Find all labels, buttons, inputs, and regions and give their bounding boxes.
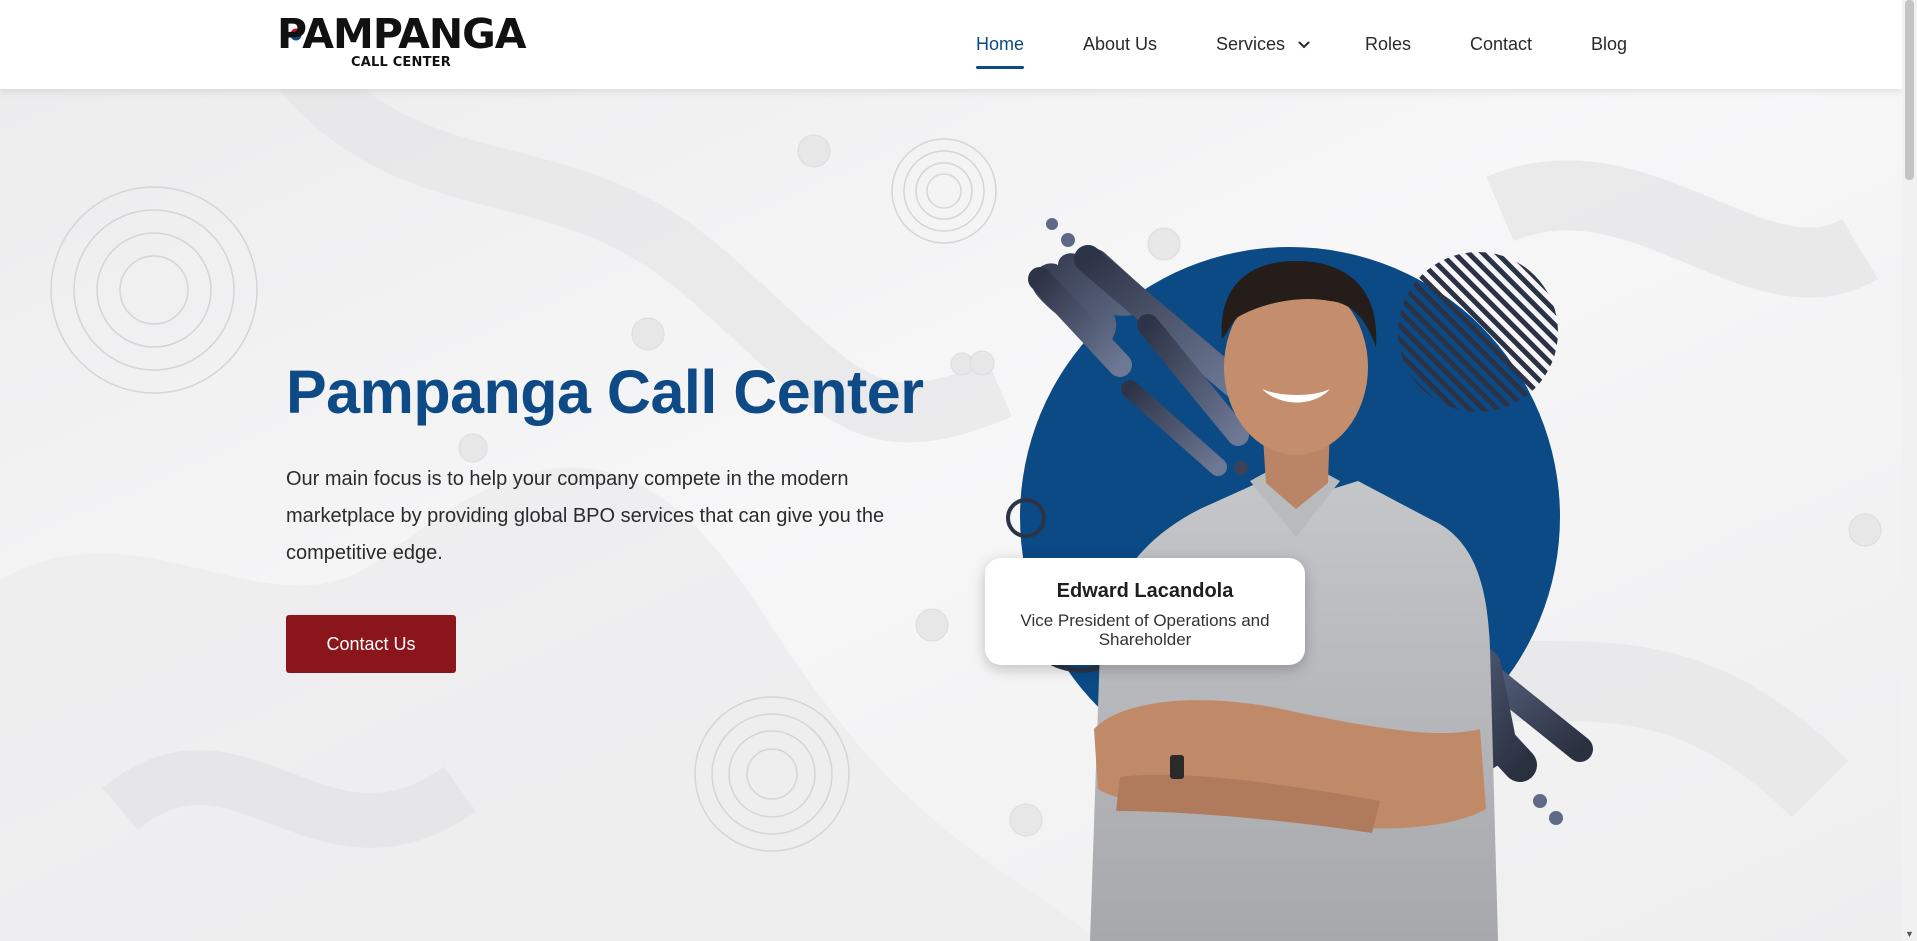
logo-wordmark: PAMPANGA (277, 10, 527, 58)
nav-item-about-us[interactable]: About Us (1083, 34, 1157, 55)
chevron-down-icon (1298, 41, 1310, 49)
person-name: Edward Lacandola (1056, 580, 1234, 602)
contact-us-button[interactable]: Contact Us (286, 615, 456, 673)
hero-description: Our main focus is to help your company c… (286, 468, 885, 564)
nav-item-label: About Us (1083, 34, 1158, 54)
person-card: Edward Lacandola Vice President of Opera… (985, 558, 1305, 665)
nav-item-roles[interactable]: Roles (1365, 34, 1411, 55)
person-role: Vice President of Operations and Shareho… (1020, 611, 1270, 649)
nav-item-label: Contact (1470, 34, 1533, 54)
hero-title: Pampanga Call Center (286, 358, 924, 426)
nav-item-contact[interactable]: Contact (1470, 34, 1532, 55)
page-scrollbar[interactable]: ▼ (1902, 0, 1917, 941)
scrollbar-thumb[interactable] (1905, 0, 1914, 180)
scroll-down-arrow-icon[interactable]: ▼ (1905, 929, 1914, 939)
nav-item-label: Services (1216, 34, 1286, 54)
logo-tagline: CALL CENTER (351, 55, 451, 70)
nav-item-label: Blog (1591, 34, 1628, 54)
nav-item-label: Roles (1365, 34, 1412, 54)
nav-item-blog[interactable]: Blog (1591, 34, 1627, 55)
nav-item-label: Home (976, 34, 1025, 54)
site-header: PAMPANGA CALL CENTER Home About Us Servi… (0, 0, 1902, 89)
brand-logo[interactable]: PAMPANGA CALL CENTER (277, 14, 529, 72)
active-indicator (976, 66, 1025, 69)
nav-item-home[interactable]: Home (976, 34, 1025, 69)
hero-section: Pampanga Call Center Our main focus is t… (0, 89, 1902, 941)
nav-item-services[interactable]: Services (1216, 34, 1310, 55)
